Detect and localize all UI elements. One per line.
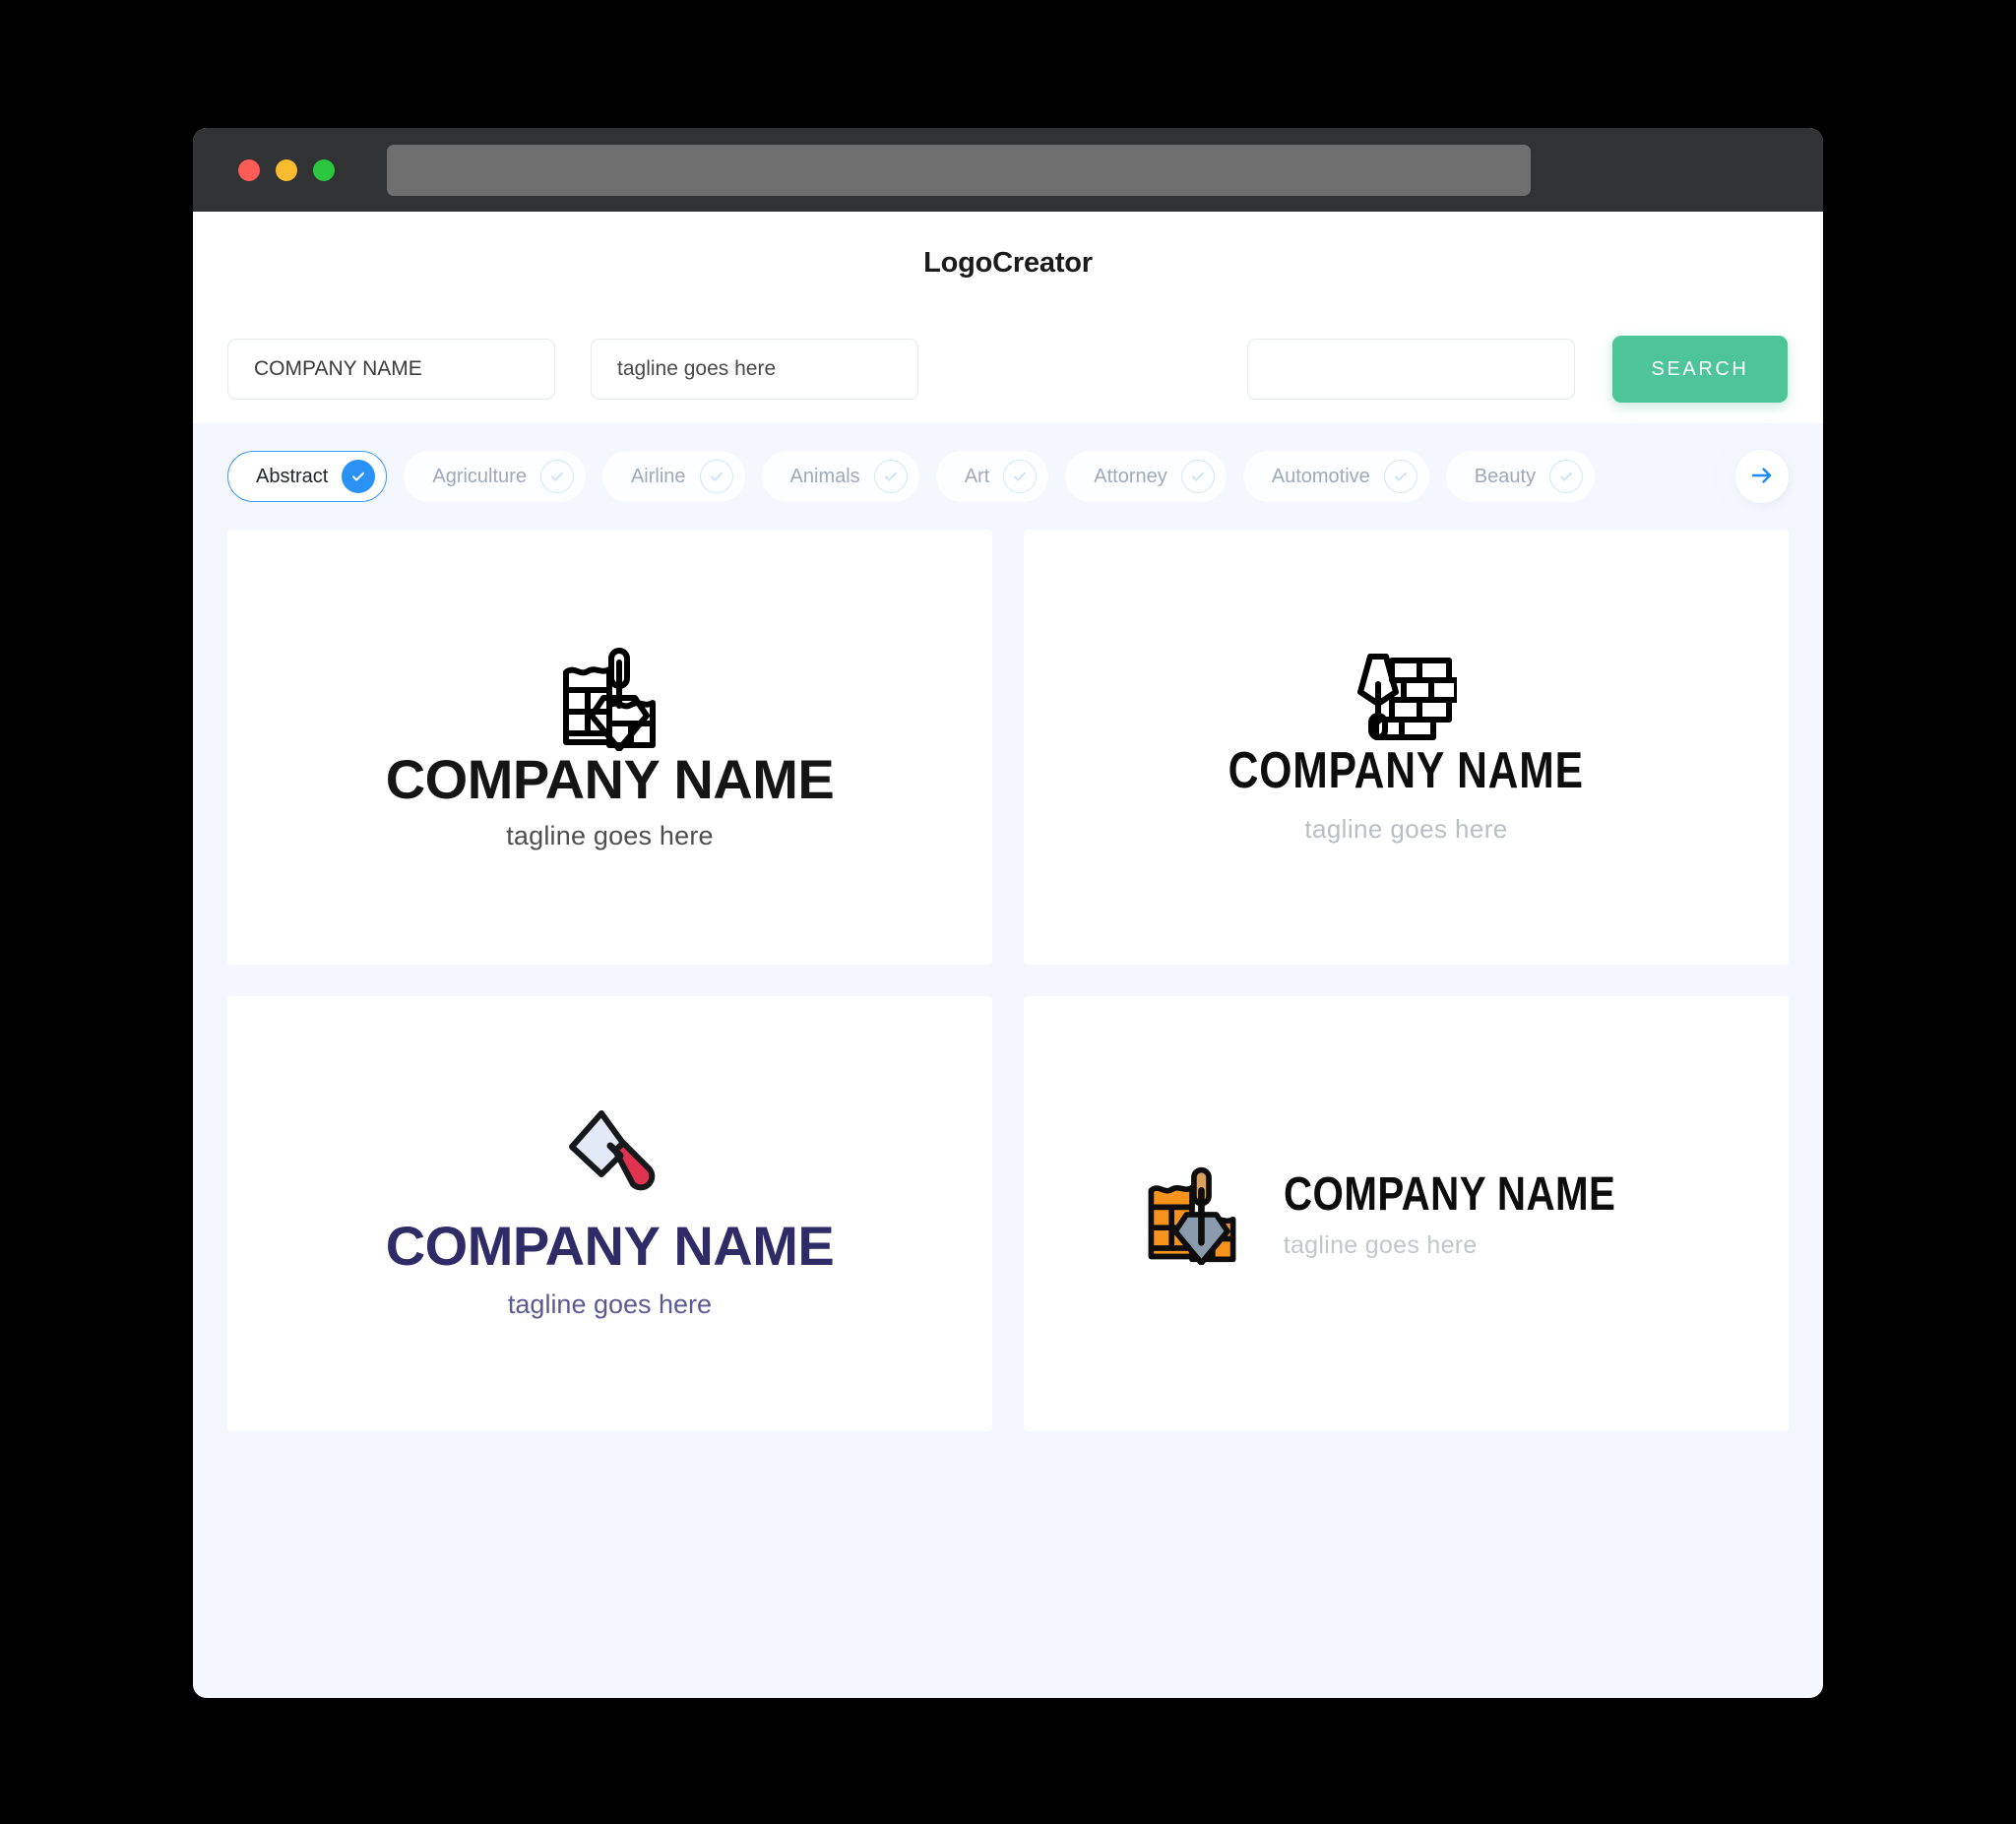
chip-label: Automotive (1271, 465, 1370, 487)
logo-company-name: COMPANY NAME (1283, 1168, 1616, 1221)
logo-tagline: tagline goes here (507, 1289, 713, 1319)
window-controls (238, 158, 335, 181)
logo-tagline: tagline goes here (506, 820, 714, 850)
address-bar[interactable] (387, 144, 1531, 196)
check-circle-icon (873, 460, 908, 493)
logo-preview: COMPANY NAME tagline goes here (386, 643, 835, 851)
chip-animals[interactable]: Animals (761, 451, 919, 502)
brick-wall-trowel-left-outline-icon (1354, 651, 1458, 741)
close-window-button[interactable] (238, 158, 260, 181)
category-filter-bar: Abstract Agriculture Airline Animals Art… (227, 423, 1789, 530)
chip-agriculture[interactable]: Agriculture (404, 451, 586, 502)
logo-preview: COMPANY NAME tagline goes here (1189, 651, 1623, 845)
chip-label: Beauty (1474, 465, 1537, 487)
chip-label: Abstract (256, 465, 329, 487)
chip-abstract[interactable]: Abstract (227, 451, 388, 502)
search-toolbar: SEARCH (193, 315, 1823, 423)
putty-knife-scraper-icon (558, 1107, 661, 1214)
search-button[interactable]: SEARCH (1612, 336, 1788, 403)
check-circle-icon (1003, 460, 1038, 493)
logo-card[interactable]: COMPANY NAME tagline goes here (227, 996, 992, 1431)
brick-wall-trowel-color-icon (1134, 1163, 1250, 1265)
page-title: LogoCreator (923, 247, 1093, 279)
logo-tagline: tagline goes here (1304, 813, 1508, 844)
minimize-window-button[interactable] (276, 158, 297, 181)
chip-automotive[interactable]: Automotive (1242, 451, 1429, 502)
logo-card[interactable]: COMPANY NAME tagline goes here (1024, 530, 1789, 965)
chip-beauty[interactable]: Beauty (1445, 451, 1596, 502)
check-circle-icon (1383, 460, 1418, 493)
screen-background: LogoCreator SEARCH Abstract Agriculture (0, 0, 2016, 1824)
browser-window: LogoCreator SEARCH Abstract Agriculture (193, 128, 1823, 1698)
logo-company-name: COMPANY NAME (385, 748, 835, 811)
chip-attorney[interactable]: Attorney (1065, 451, 1227, 502)
keyword-input[interactable] (1247, 339, 1575, 400)
filters-next-button[interactable] (1735, 450, 1789, 503)
logo-text-block: COMPANY NAME tagline goes here (1284, 1167, 1679, 1260)
maximize-window-button[interactable] (313, 158, 335, 181)
chip-label: Art (964, 465, 990, 487)
logo-company-name: COMPANY NAME (1228, 741, 1585, 799)
logo-tagline: tagline goes here (1283, 1231, 1478, 1259)
chip-label: Airline (630, 465, 686, 487)
company-name-input[interactable] (227, 339, 555, 400)
chip-art[interactable]: Art (935, 451, 1049, 502)
app-body: Abstract Agriculture Airline Animals Art… (193, 423, 1823, 1698)
logo-preview: COMPANY NAME tagline goes here (386, 1107, 835, 1320)
app-header: LogoCreator (193, 212, 1823, 315)
check-circle-icon (342, 460, 376, 493)
check-circle-icon (539, 460, 574, 493)
arrow-right-icon (1749, 463, 1775, 491)
chip-label: Animals (789, 465, 860, 487)
logo-company-name: COMPANY NAME (385, 1215, 835, 1277)
browser-titlebar (193, 128, 1823, 212)
check-circle-icon (1180, 460, 1215, 493)
brick-wall-trowel-outline-icon (548, 643, 670, 752)
tagline-input[interactable] (591, 339, 918, 400)
check-circle-icon (1549, 460, 1584, 493)
chip-label: Attorney (1094, 465, 1167, 487)
logo-card[interactable]: COMPANY NAME tagline goes here (227, 530, 992, 965)
logo-results-grid: COMPANY NAME tagline goes here COMPANY N… (227, 530, 1789, 1451)
chip-airline[interactable]: Airline (601, 451, 745, 502)
chip-label: Agriculture (432, 465, 527, 487)
check-circle-icon (699, 460, 733, 493)
logo-preview: COMPANY NAME tagline goes here (1134, 1163, 1679, 1265)
logo-card[interactable]: COMPANY NAME tagline goes here (1024, 996, 1789, 1431)
